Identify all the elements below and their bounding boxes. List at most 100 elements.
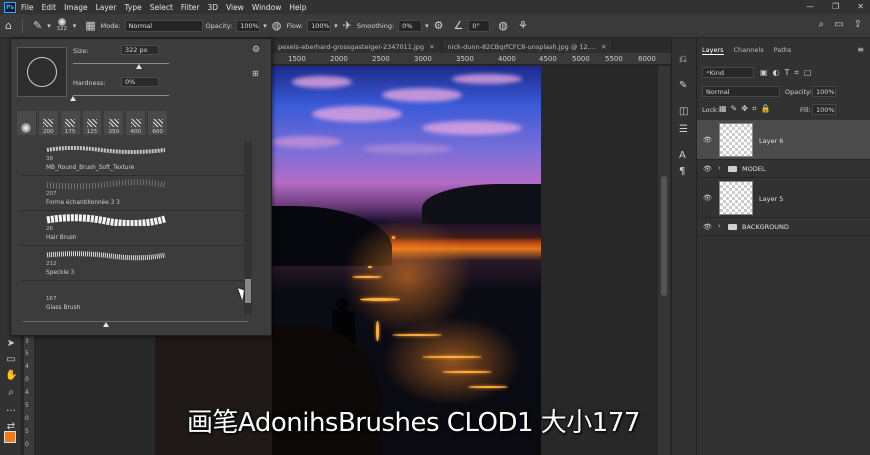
workspace-icon[interactable]: ▭ bbox=[834, 19, 843, 30]
hardness-field[interactable]: 0% bbox=[121, 77, 159, 87]
more-tools-icon[interactable]: … bbox=[5, 403, 17, 414]
pressure-size-icon[interactable]: ◍ bbox=[498, 19, 508, 32]
paragraph-icon[interactable]: ¶ bbox=[679, 166, 685, 177]
size-slider-knob[interactable] bbox=[136, 64, 142, 69]
opacity-field[interactable]: 100% bbox=[236, 19, 261, 32]
menu-help[interactable]: Help bbox=[289, 3, 306, 12]
symmetry-icon[interactable]: ⚘ bbox=[518, 19, 528, 32]
panel-menu-icon[interactable]: ≡ bbox=[857, 45, 864, 54]
tab-layers[interactable]: Layers bbox=[702, 46, 724, 55]
smoothing-field[interactable]: 0% bbox=[398, 19, 423, 32]
tab-document-2[interactable]: nick-dunn-82CBqrfCFC8-unsplash.jpg @ 12,… bbox=[441, 40, 614, 53]
recent-brush[interactable]: 125 bbox=[82, 111, 102, 135]
brush-angle-preview[interactable] bbox=[17, 47, 67, 97]
chevron-down-icon[interactable]: ▾ bbox=[47, 22, 51, 30]
document-image[interactable] bbox=[272, 66, 541, 455]
gear-icon[interactable]: ⚙ bbox=[434, 19, 444, 32]
foreground-color-swatch[interactable] bbox=[4, 431, 16, 443]
layer-row[interactable]: 👁 Layer 5 bbox=[697, 178, 870, 218]
layer-row[interactable]: 👁 Layer 6 bbox=[697, 120, 870, 160]
recent-brush[interactable]: 200 bbox=[38, 111, 58, 135]
marquee-tool-icon[interactable]: ▭ bbox=[5, 354, 17, 365]
gear-icon[interactable]: ⚙ bbox=[252, 45, 260, 55]
properties-icon[interactable]: ☰ bbox=[679, 124, 688, 135]
maximize-icon[interactable]: ❐ bbox=[832, 2, 839, 11]
search-icon[interactable]: ⌕ bbox=[819, 19, 825, 30]
preview-size-knob[interactable] bbox=[103, 322, 109, 327]
visibility-eye-icon[interactable]: 👁 bbox=[703, 194, 712, 202]
tab-channels[interactable]: Channels bbox=[734, 46, 764, 55]
character-icon[interactable]: A bbox=[679, 150, 686, 161]
visibility-eye-icon[interactable]: 👁 bbox=[703, 136, 712, 144]
angle-icon[interactable]: ∠ bbox=[454, 19, 464, 32]
chevron-down-icon[interactable]: ▾ bbox=[263, 22, 267, 30]
scrollbar-thumb[interactable] bbox=[661, 176, 667, 296]
hardness-slider-knob[interactable] bbox=[70, 96, 76, 101]
tab-document-1[interactable]: pexels-eberhard-grossgasteiger-2347011.j… bbox=[272, 40, 442, 53]
scrollbar-thumb[interactable] bbox=[245, 279, 251, 303]
recent-brush[interactable]: 250 bbox=[104, 111, 124, 135]
share-icon[interactable]: ⇪ bbox=[854, 19, 862, 30]
layer-opacity-field[interactable]: 100% bbox=[812, 86, 836, 97]
menu-type[interactable]: Type bbox=[125, 3, 142, 12]
menu-image[interactable]: Image bbox=[64, 3, 88, 12]
menu-3d[interactable]: 3D bbox=[207, 3, 218, 12]
recent-brush[interactable]: 175 bbox=[60, 111, 80, 135]
brush-tool-icon[interactable]: ✎ bbox=[33, 19, 42, 32]
new-preset-icon[interactable]: ⊞ bbox=[252, 69, 259, 78]
visibility-eye-icon[interactable]: 👁 bbox=[703, 165, 712, 173]
brush-list-item[interactable]: 167 Glass Brush bbox=[21, 281, 247, 313]
brush-settings-icon[interactable]: ▦ bbox=[85, 19, 95, 32]
brush-settings-icon[interactable]: ✎ bbox=[679, 80, 687, 91]
mode-select[interactable]: Normal bbox=[124, 19, 203, 32]
brush-list-item[interactable]: 207 Forme échantillonnée 3 3 bbox=[21, 176, 247, 211]
brush-preset-picker[interactable]: 322 bbox=[54, 17, 70, 34]
chevron-down-icon[interactable]: ▾ bbox=[73, 22, 77, 30]
close-icon[interactable]: ✕ bbox=[857, 2, 864, 11]
close-icon[interactable]: ✕ bbox=[429, 43, 434, 51]
airbrush-icon[interactable]: ✈ bbox=[343, 19, 352, 32]
filter-icons[interactable]: ▣◐T⌗▢ bbox=[760, 68, 817, 78]
brush-list-scrollbar[interactable] bbox=[244, 141, 252, 315]
menu-file[interactable]: File bbox=[21, 3, 34, 12]
minimize-icon[interactable]: — bbox=[806, 2, 814, 11]
menu-filter[interactable]: Filter bbox=[181, 3, 200, 12]
move-tool-icon[interactable]: ➤ bbox=[5, 338, 17, 349]
tab-paths[interactable]: Paths bbox=[774, 46, 792, 55]
menu-view[interactable]: View bbox=[226, 3, 244, 12]
recent-brush[interactable]: 600 bbox=[148, 111, 168, 135]
visibility-eye-icon[interactable]: 👁 bbox=[703, 223, 712, 231]
close-icon[interactable]: ✕ bbox=[601, 43, 606, 51]
recent-brush[interactable] bbox=[17, 111, 36, 135]
layer-group-row[interactable]: 👁 › BACKGROUND bbox=[697, 218, 870, 236]
blend-mode-select[interactable]: Normal bbox=[702, 86, 780, 97]
menu-layer[interactable]: Layer bbox=[96, 3, 117, 12]
adjustments-icon[interactable]: ◫ bbox=[679, 106, 688, 117]
size-slider[interactable] bbox=[73, 63, 169, 64]
pressure-opacity-icon[interactable]: ◍ bbox=[272, 19, 282, 32]
filter-kind-select[interactable]: ⌕ Kind bbox=[702, 67, 754, 78]
layer-group-row[interactable]: 👁 › MODEL bbox=[697, 160, 870, 178]
menu-edit[interactable]: Edit bbox=[42, 3, 57, 12]
history-icon[interactable]: ⎌ bbox=[679, 54, 687, 65]
canvas-scrollbar[interactable] bbox=[658, 66, 670, 455]
brush-list-item[interactable]: 26 Hair Brush bbox=[21, 211, 247, 246]
chevron-down-icon[interactable]: ▾ bbox=[425, 22, 429, 30]
preview-size-slider[interactable] bbox=[23, 321, 248, 322]
chevron-right-icon[interactable]: › bbox=[718, 222, 721, 230]
size-field[interactable]: 322 px bbox=[121, 45, 159, 55]
chevron-down-icon[interactable]: ▾ bbox=[334, 22, 338, 30]
chevron-right-icon[interactable]: › bbox=[718, 164, 721, 172]
flow-field[interactable]: 100% bbox=[307, 19, 332, 32]
brush-list-item[interactable]: 212 Speckle 3 bbox=[21, 246, 247, 281]
zoom-tool-icon[interactable]: ⌕ bbox=[5, 387, 17, 398]
home-icon[interactable]: ⌂ bbox=[5, 19, 12, 32]
hardness-slider[interactable] bbox=[73, 95, 169, 96]
hand-tool-icon[interactable]: ✋ bbox=[5, 370, 17, 381]
fill-field[interactable]: 100% bbox=[812, 104, 836, 115]
menu-window[interactable]: Window bbox=[252, 3, 282, 12]
brush-list-item[interactable]: 38 MB_Round_Brush_Soft_Texture bbox=[21, 141, 247, 176]
lock-icons[interactable]: ▦✎✥⌗🔒 bbox=[719, 104, 774, 114]
recent-brush[interactable]: 400 bbox=[126, 111, 146, 135]
angle-field[interactable]: 0° bbox=[468, 19, 491, 32]
